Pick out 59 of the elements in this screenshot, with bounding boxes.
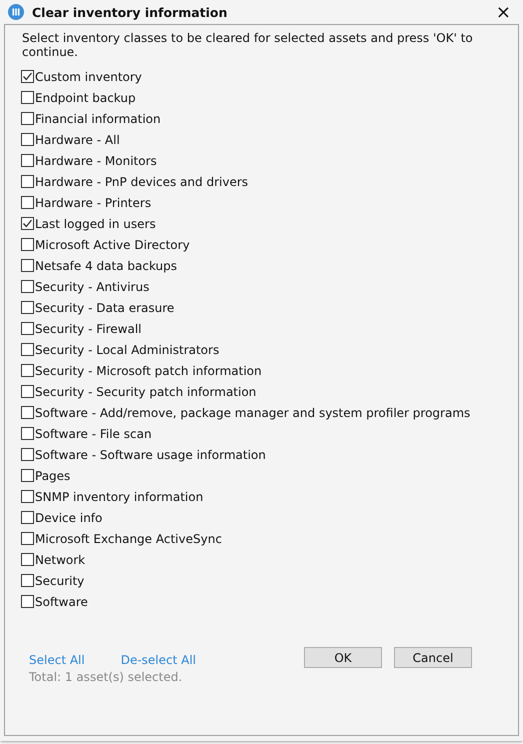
class-label[interactable]: Security - Local Administrators — [35, 342, 220, 356]
window-title: Clear inventory information — [32, 4, 228, 20]
checkbox[interactable] — [21, 91, 34, 104]
checkbox[interactable] — [21, 217, 34, 230]
ok-button[interactable]: OK — [304, 647, 382, 668]
class-label[interactable]: Security — [35, 574, 84, 588]
class-label[interactable]: Security - Data erasure — [35, 300, 174, 314]
class-label[interactable]: Hardware - Printers — [35, 196, 152, 210]
checkbox[interactable] — [21, 385, 34, 398]
selection-total: Total: 1 asset(s) selected. — [29, 670, 184, 684]
class-label[interactable]: Microsoft Active Directory — [35, 238, 190, 252]
checkbox[interactable] — [21, 112, 34, 125]
checkbox[interactable] — [21, 280, 34, 293]
class-label[interactable]: Microsoft Exchange ActiveSync — [35, 532, 222, 546]
class-label[interactable]: Hardware - PnP devices and drivers — [35, 174, 248, 188]
checkbox[interactable] — [21, 70, 34, 83]
checkbox[interactable] — [21, 196, 34, 209]
checkbox[interactable] — [21, 175, 34, 188]
checkbox[interactable] — [21, 532, 34, 545]
checkbox[interactable] — [21, 448, 34, 461]
class-label[interactable]: Hardware - Monitors — [35, 154, 157, 168]
checkbox[interactable] — [21, 469, 34, 482]
checkbox[interactable] — [21, 343, 34, 356]
app-icon — [8, 4, 24, 20]
checkbox[interactable] — [21, 301, 34, 314]
class-label[interactable]: SNMP inventory information — [35, 490, 204, 504]
class-label[interactable]: Custom inventory — [35, 70, 142, 84]
class-label[interactable]: Network — [35, 552, 86, 566]
class-label[interactable]: Netsafe 4 data backups — [35, 258, 178, 272]
checkbox[interactable] — [21, 595, 34, 608]
class-label[interactable]: Software - File scan — [35, 426, 152, 440]
checkbox[interactable] — [21, 574, 34, 587]
class-label[interactable]: Software - Add/remove, package manager and system profiler programs — [35, 406, 470, 420]
checkbox[interactable] — [21, 322, 34, 335]
class-label[interactable]: Device info — [35, 510, 102, 524]
checkbox[interactable] — [21, 154, 34, 167]
checkbox[interactable] — [21, 511, 34, 524]
class-label[interactable]: Software - Software usage information — [35, 448, 266, 462]
cancel-button[interactable]: Cancel — [394, 647, 472, 668]
class-label[interactable]: Security - Firewall — [35, 322, 142, 336]
class-label[interactable]: Pages — [35, 468, 70, 482]
close-button[interactable]: × — [490, 2, 517, 22]
checkbox[interactable] — [21, 553, 34, 566]
instruction-text: Select inventory classes to be cleared for selected assets and press 'OK' to continue. — [22, 31, 474, 59]
class-label[interactable]: Hardware - All — [35, 132, 120, 146]
checkbox[interactable] — [21, 238, 34, 251]
checkbox[interactable] — [21, 259, 34, 272]
class-label[interactable]: Security - Microsoft patch information — [35, 364, 262, 378]
checkbox[interactable] — [21, 490, 34, 503]
class-label[interactable]: Endpoint backup — [35, 90, 136, 104]
checkbox[interactable] — [21, 364, 34, 377]
class-label[interactable]: Financial information — [35, 112, 161, 126]
class-label[interactable]: Security - Antivirus — [35, 280, 150, 294]
class-label[interactable]: Software — [35, 594, 88, 608]
checkbox[interactable] — [21, 427, 34, 440]
checkbox[interactable] — [21, 133, 34, 146]
checkbox[interactable] — [21, 406, 34, 419]
class-label[interactable]: Last logged in users — [35, 216, 156, 230]
class-label[interactable]: Security - Security patch information — [35, 384, 256, 398]
